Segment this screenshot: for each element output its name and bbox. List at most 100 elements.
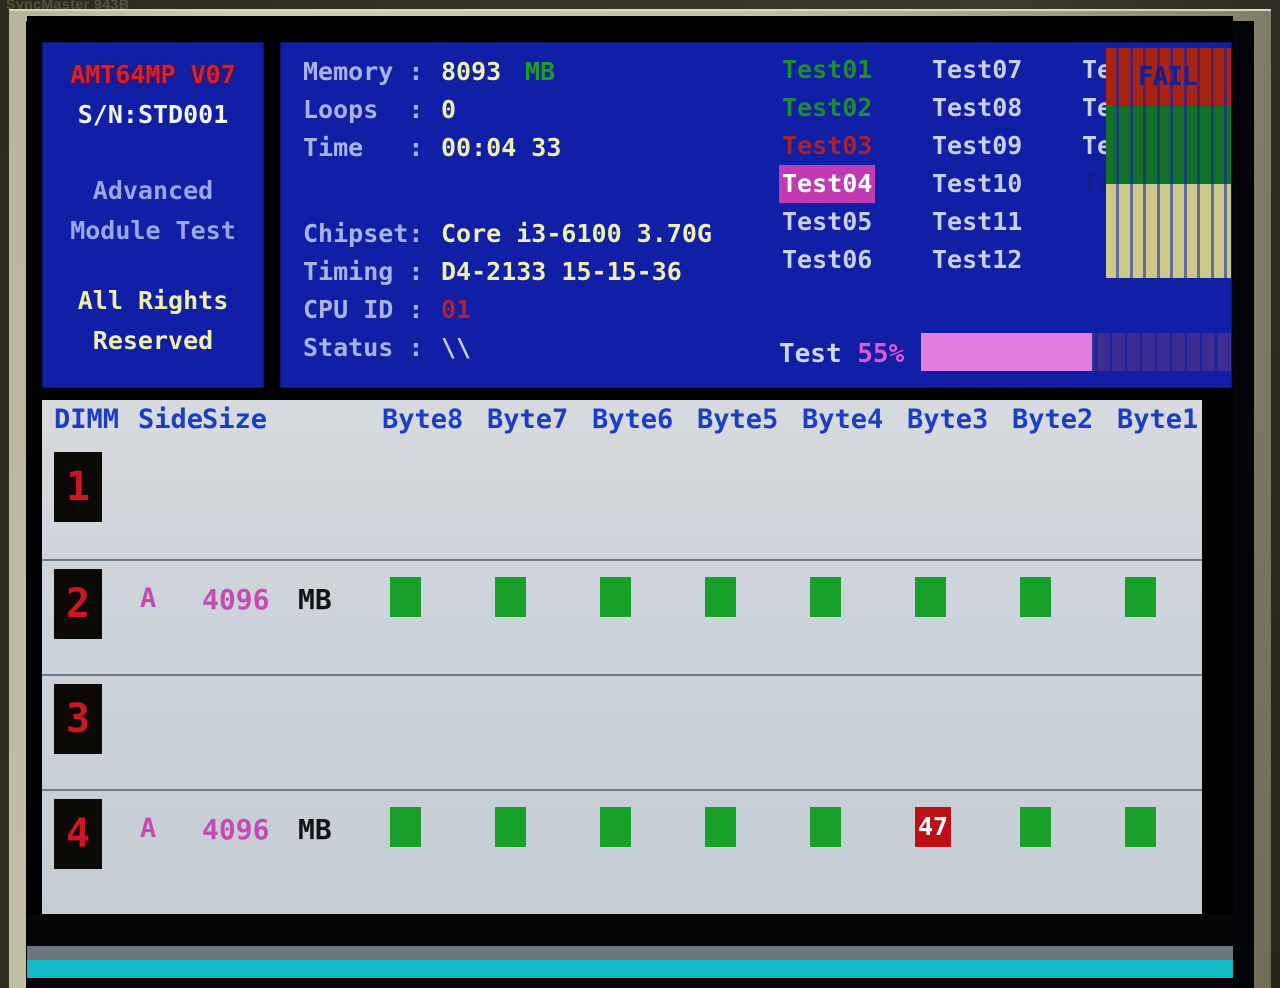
progress-tick (1110, 333, 1112, 371)
progress-tick (1185, 333, 1187, 371)
test-item-test02[interactable]: Test02 (779, 89, 875, 127)
test-item-test08[interactable]: Test08 (929, 89, 1025, 127)
dimm-slot-number: 3 (54, 684, 102, 754)
byte-pass-cell (1125, 807, 1156, 847)
column-header-size: Size (202, 404, 268, 435)
test-item-test07[interactable]: Test07 (929, 51, 1025, 89)
byte-pass-cell (915, 577, 946, 617)
test-item-test09[interactable]: Test09 (929, 127, 1025, 165)
dimm-size: 4096 (202, 813, 270, 846)
table-row[interactable]: 1 (42, 444, 1202, 559)
table-row[interactable]: 4 A 4096 MB 47 (42, 789, 1202, 904)
test-item-test12[interactable]: Test12 (929, 241, 1025, 279)
chipset-value: Core i3-6100 3.70G (441, 219, 712, 248)
time-value: 00:04 33 (441, 133, 562, 162)
progress-tick (1125, 333, 1127, 371)
loops-label: Loops : (303, 95, 424, 124)
table-row[interactable]: 3 (42, 674, 1202, 789)
dimm-size: 4096 (202, 583, 270, 616)
test-item-test10[interactable]: Test10 (929, 165, 1025, 203)
column-header-byte1: Byte1 (1117, 404, 1199, 435)
graphic-stripe (1224, 48, 1227, 278)
dimm-slot-number: 4 (54, 799, 102, 869)
screen-content: AMT64MP V07 S/N:STD001 Advanced Module T… (27, 16, 1233, 978)
dimm-slot-number: 1 (54, 452, 102, 522)
test-item-test05[interactable]: Test05 (779, 203, 875, 241)
bottom-status-bar[interactable]: <S> Setting (27, 960, 1233, 978)
memory-value: 8093 (441, 57, 502, 86)
byte-pass-cell (705, 577, 736, 617)
test-item-test06[interactable]: Test06 (779, 241, 875, 279)
progress-tick (1140, 333, 1142, 371)
graphic-stripe (1116, 48, 1119, 278)
progress-bar-track (921, 333, 1231, 371)
test-item-test11[interactable]: Test11 (929, 203, 1025, 241)
cpuid-value: 01 (441, 295, 472, 324)
byte-pass-cell (390, 577, 421, 617)
column-header-byte3: Byte3 (907, 404, 989, 435)
identity-panel: AMT64MP V07 S/N:STD001 Advanced Module T… (42, 42, 264, 388)
memory-map-graphic: FAIL (1106, 48, 1231, 278)
column-header-side: Side (138, 404, 204, 435)
test-item-test01[interactable]: Test01 (779, 51, 875, 89)
progress-tick (1200, 333, 1202, 371)
bottom-bar-text: <S> Setting (41, 960, 384, 978)
status-label: Status : (303, 333, 424, 362)
time-label: Time : (303, 133, 424, 162)
byte-pass-cell (600, 577, 631, 617)
column-header-byte7: Byte7 (487, 404, 569, 435)
byte-pass-cell (495, 807, 526, 847)
chipset-label: Chipset: (303, 219, 424, 248)
serial-number: S/N:STD001 (77, 100, 229, 129)
subtitle-line-2: Module Test (70, 216, 236, 245)
monitor-osd-label: SyncMaster 943B (6, 0, 130, 9)
subtitle-line-1: Advanced (92, 176, 214, 205)
rights-line-1: All Rights (77, 286, 229, 315)
progress-label: Test 55% (779, 339, 904, 369)
byte-pass-cell (810, 807, 841, 847)
column-header-byte6: Byte6 (592, 404, 674, 435)
dimm-size-unit: MB (298, 813, 332, 846)
screen-divider (27, 946, 1233, 960)
byte-pass-cell (390, 807, 421, 847)
test-item-test03[interactable]: Test03 (779, 127, 875, 165)
dimm-table-body: 1 2 A 4096 MB 3 4 A 4096 MB 47 (42, 444, 1202, 904)
dimm-size-unit: MB (298, 583, 332, 616)
graphic-stripe (1170, 48, 1173, 278)
progress-tick (1155, 333, 1157, 371)
column-header-byte8: Byte8 (382, 404, 464, 435)
table-row[interactable]: 2 A 4096 MB (42, 559, 1202, 674)
dimm-side: A (140, 813, 157, 844)
product-model: AMT64MP V07 (70, 60, 236, 89)
graphic-stripe (1156, 48, 1160, 278)
dimm-table: DIMM Side Size Byte8 Byte7 Byte6 Byte5 Byte4 Byt… (42, 400, 1202, 914)
monitor-photo: SyncMaster 943B AMT64MP V07 S/N:STD001 A… (0, 0, 1280, 988)
byte-pass-cell (495, 577, 526, 617)
test-item-test04[interactable]: Test04 (779, 165, 876, 203)
column-header-byte5: Byte5 (697, 404, 779, 435)
dimm-side: A (140, 583, 157, 614)
dimm-slot-number: 2 (54, 569, 102, 639)
byte-error-cell: 47 (915, 807, 951, 847)
graphic-stripe (1210, 48, 1214, 278)
byte-pass-cell (1125, 577, 1156, 617)
byte-pass-cell (1020, 577, 1051, 617)
loops-value: 0 (441, 95, 457, 124)
byte-pass-cell (1020, 807, 1051, 847)
memory-label: Memory : (303, 57, 424, 86)
timing-value: D4-2133 15-15-36 (441, 257, 682, 286)
memory-unit: MB (525, 57, 556, 86)
info-panel: Memory : 8093 MB Loops : 0 Time : 00:04 … (280, 42, 1232, 388)
graphic-stripe (1129, 48, 1133, 278)
byte-pass-cell (600, 807, 631, 847)
progress-label-text: Test (779, 339, 842, 369)
byte-pass-cell (705, 807, 736, 847)
progress-tick (1095, 333, 1097, 371)
column-header-dimm: DIMM (54, 404, 120, 435)
progress-tick (1215, 333, 1217, 371)
table-bottom-strip (27, 914, 1233, 946)
dimm-table-header: DIMM Side Size Byte8 Byte7 Byte6 Byte5 Byte4 Byt… (42, 400, 1202, 444)
graphic-stripe (1183, 48, 1187, 278)
cpuid-label: CPU ID : (303, 295, 424, 324)
graphic-stripe (1197, 48, 1200, 278)
